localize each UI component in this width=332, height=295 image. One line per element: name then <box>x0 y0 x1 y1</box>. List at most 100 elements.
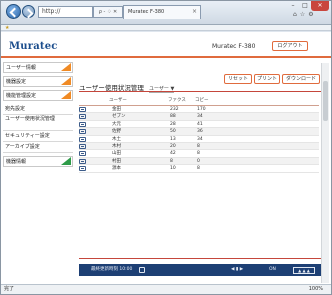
user-icon <box>79 129 86 135</box>
sidebar-item-user-info[interactable]: ユーザー情報 <box>3 62 73 73</box>
cell-fax: 8 <box>170 158 173 164</box>
browser-window: http:// ρ - ♢ ✕ Muratec F-380 × – □ ✕ ⌂☆… <box>0 0 332 295</box>
cell-user: 佐野 <box>112 129 121 135</box>
user-icon <box>79 114 86 120</box>
sidebar-item-security-settings[interactable]: セキュリティー設定 <box>3 131 73 142</box>
pager-controls[interactable]: ◀ ▮ ▶ <box>231 264 243 276</box>
table-header: ユーザー ファクス コピー <box>79 97 319 106</box>
table-row[interactable]: 佐野 50 36 <box>79 128 319 136</box>
cell-user: 村田 <box>112 158 121 164</box>
logout-button[interactable]: ログアウト <box>272 41 308 51</box>
user-icon <box>79 107 86 112</box>
sidebar-item-label: 宛先設定 <box>5 106 26 112</box>
cell-user: 木村 <box>112 143 121 149</box>
sidebar-item-label: ユーザー使用状況管理 <box>5 116 55 122</box>
sidebar-item-label: セキュリティー設定 <box>5 133 50 139</box>
column-header-user[interactable]: ユーザー <box>109 97 127 105</box>
user-icon <box>79 151 86 157</box>
cell-fax: 28 <box>170 121 176 127</box>
cell-copy: 0 <box>197 158 200 164</box>
download-button[interactable]: ダウンロード <box>282 74 320 84</box>
sidebar-item-device-info[interactable]: 機器情報 <box>3 156 73 167</box>
cell-user: 大元 <box>112 121 121 127</box>
user-icon <box>79 166 86 172</box>
cell-fax: 42 <box>170 151 176 157</box>
maximize-icon[interactable]: □ <box>299 1 311 11</box>
header-divider <box>1 56 331 58</box>
forward-button[interactable] <box>22 5 35 18</box>
sidebar-item-function-settings[interactable]: 機能管理設定 <box>3 90 73 101</box>
sidebar-item-usage-management[interactable]: ユーザー使用状況管理 <box>3 115 73 131</box>
table-row[interactable]: 金田 232 170 <box>79 106 319 114</box>
table-row[interactable]: 木土 13 34 <box>79 136 319 143</box>
sidebar-item-label: 機能管理設定 <box>6 93 37 99</box>
vertical-scrollbar[interactable] <box>321 63 329 283</box>
user-icon <box>79 158 86 164</box>
cell-fax: 50 <box>170 129 176 135</box>
address-controls[interactable]: ρ - ♢ ✕ <box>93 6 123 18</box>
sidebar-item-label: 機器情報 <box>6 159 27 165</box>
zoom-level[interactable]: 100% <box>309 285 323 294</box>
cell-user: ゼブン <box>112 114 126 120</box>
sidebar-item-device-settings[interactable]: 機器設定 <box>3 76 73 87</box>
window-close-icon[interactable]: ✕ <box>311 1 329 11</box>
cell-copy: 34 <box>197 136 203 142</box>
address-bar[interactable]: http:// <box>38 6 93 18</box>
sidebar-item-archive-settings[interactable]: アーカイブ設定 <box>3 142 73 153</box>
back-button[interactable] <box>6 4 21 19</box>
browser-toolbar: http:// ρ - ♢ ✕ Muratec F-380 × – □ ✕ ⌂☆… <box>1 1 331 25</box>
table-row[interactable]: 木村 20 8 <box>79 142 319 151</box>
table-row[interactable]: 山田 42 8 <box>79 150 319 158</box>
bottom-divider <box>79 258 321 259</box>
reset-button[interactable]: リセット <box>224 74 252 84</box>
cell-copy: 34 <box>197 114 203 120</box>
cell-copy: 36 <box>197 129 203 135</box>
sidebar-item-label: 機器設定 <box>6 79 27 85</box>
user-icon <box>79 121 86 127</box>
view-size-buttons[interactable]: ▲ ▲ ▲ <box>293 266 315 274</box>
table-row[interactable]: ゼブン 88 34 <box>79 113 319 121</box>
cell-user: 木土 <box>112 136 121 142</box>
user-icon <box>79 143 86 149</box>
browser-tools-icons[interactable]: ⌂☆⚙ <box>293 11 317 18</box>
table-row[interactable]: 村田 8 0 <box>79 157 319 166</box>
cell-copy: 8 <box>197 143 200 149</box>
minimize-icon[interactable]: – <box>287 1 299 11</box>
cell-user: 山田 <box>112 151 121 157</box>
scrollbar-thumb[interactable] <box>323 81 328 121</box>
cell-fax: 88 <box>170 114 176 120</box>
favorites-star-icon[interactable]: ★ <box>5 25 9 31</box>
sidebar-item-destination-settings[interactable]: 宛先設定 <box>3 104 73 115</box>
web-page: Muratec Muratec F-380 ログアウト ユーザー情報 機器設定 … <box>1 32 331 284</box>
cell-fax: 232 <box>170 107 179 112</box>
browser-tab[interactable]: Muratec F-380 × <box>123 5 201 19</box>
title-divider <box>79 91 321 92</box>
column-header-fax[interactable]: ファクス <box>168 97 186 105</box>
cell-fax: 13 <box>170 136 176 142</box>
device-model: Muratec F-380 <box>212 43 256 50</box>
cell-copy: 8 <box>197 151 200 157</box>
cell-copy: 170 <box>197 107 206 112</box>
sidebar-item-label: ユーザー情報 <box>6 65 36 71</box>
cell-fax: 20 <box>170 143 176 149</box>
print-button[interactable]: プリント <box>254 74 280 84</box>
refresh-icon[interactable] <box>139 267 145 273</box>
table-row[interactable]: 大元 28 41 <box>79 121 319 129</box>
cell-copy: 8 <box>197 166 200 172</box>
table-body: 金田 232 170 ゼブン 88 34 大元 28 41 佐野 50 36 木土 13 34 木村 20 8 山田… <box>79 106 319 173</box>
status-text: 完了 <box>4 286 15 292</box>
sidebar-item-label: アーカイブ設定 <box>5 144 40 150</box>
sidebar: ユーザー情報 機器設定 機能管理設定 宛先設定 ユーザー使用状況管理 セキュリテ… <box>3 62 73 170</box>
setting-toggle[interactable]: ON <box>269 264 276 276</box>
cell-user: 源本 <box>112 166 121 172</box>
user-icon <box>79 136 86 142</box>
table-row[interactable]: 源本 10 8 <box>79 165 319 173</box>
favorites-bar: ★ <box>1 25 331 31</box>
muratec-logo: Muratec <box>9 41 58 52</box>
last-updated-time: 最終更新時刻 10:00 <box>91 267 133 272</box>
tab-close-icon[interactable]: × <box>192 6 197 18</box>
cell-copy: 41 <box>197 121 203 127</box>
column-header-copy[interactable]: コピー <box>195 97 209 105</box>
browser-status-bar: 完了 100% <box>1 284 331 294</box>
cell-fax: 10 <box>170 166 176 172</box>
